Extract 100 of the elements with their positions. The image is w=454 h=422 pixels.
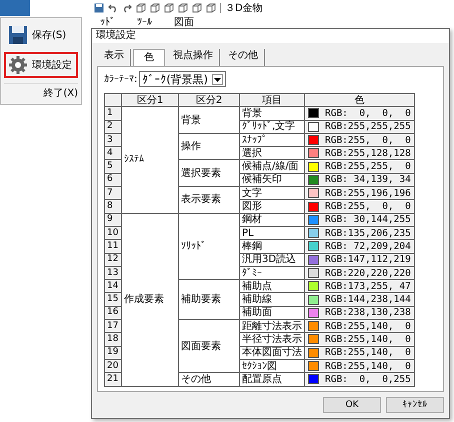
- menu-item[interactable]: 保存(S): [4, 22, 78, 48]
- table-cell: ｸﾞﾘｯﾄﾞ,文字: [240, 120, 304, 134]
- table-cell: 補助点: [240, 280, 304, 293]
- row-number: 7: [104, 186, 122, 200]
- table-cell: 図形: [240, 200, 304, 214]
- table-cell: 図面要素: [178, 320, 240, 373]
- row-number: 10: [104, 226, 122, 240]
- color-cell[interactable]: RGB:135,206,235: [305, 227, 414, 240]
- tab[interactable]: 色: [133, 49, 165, 66]
- ok-button[interactable]: OK: [323, 396, 381, 413]
- cube-icon[interactable]: [136, 3, 146, 13]
- color-cell[interactable]: RGB: 30,144,255: [305, 214, 414, 226]
- color-cell[interactable]: RGB:173,255, 47: [305, 280, 414, 292]
- cube-icon[interactable]: [206, 3, 216, 13]
- cube-icon[interactable]: [150, 3, 160, 13]
- color-cell[interactable]: RGB:255,140, 0: [305, 320, 414, 332]
- row-number: 8: [104, 200, 122, 214]
- ribbon-tab[interactable]: ｯﾄﾞ: [100, 17, 115, 28]
- table-cell: 半径寸法表示: [240, 332, 304, 346]
- menu-item[interactable]: 環境設定: [4, 52, 78, 78]
- color-cell[interactable]: RGB:255, 0, 0: [305, 200, 414, 213]
- column-header: 区分2: [178, 94, 240, 107]
- table-cell: 背景: [240, 106, 304, 120]
- column-header: 色: [304, 94, 414, 107]
- color-cell[interactable]: RGB: 34,139, 34: [305, 174, 414, 186]
- table-cell: 候補点/線/面: [240, 160, 304, 174]
- table-cell: 補助要素: [178, 280, 240, 320]
- table-cell: 鋼材: [240, 213, 304, 226]
- row-number: 19: [104, 346, 122, 360]
- color-cell[interactable]: RGB:255,196,196: [305, 187, 414, 200]
- cube-icon[interactable]: [178, 3, 188, 13]
- table-cell: 補助線: [240, 292, 304, 306]
- row-number: 16: [104, 306, 122, 320]
- color-cell[interactable]: RGB:255, 0, 0: [305, 134, 414, 146]
- row-number: 4: [104, 146, 122, 160]
- row-number: 14: [104, 280, 122, 293]
- table-cell: 選択: [240, 146, 304, 160]
- column-header: 項目: [240, 94, 304, 107]
- save-icon: [8, 25, 28, 45]
- table-cell: 表示要素: [178, 186, 240, 214]
- table-cell: その他: [178, 372, 240, 386]
- table-cell: ｽﾅｯﾌﾟ: [240, 133, 304, 147]
- caret-icon: [212, 74, 223, 84]
- row-number: 1: [104, 106, 122, 120]
- row-number: 2: [104, 120, 122, 134]
- table-cell: 距離寸法表示: [240, 320, 304, 333]
- color-cell[interactable]: RGB:144,238,144: [305, 294, 414, 306]
- row-number: 6: [104, 173, 122, 187]
- save-icon[interactable]: [94, 3, 104, 13]
- color-cell[interactable]: RGB:255,140, 0: [305, 360, 414, 372]
- cube-icon[interactable]: [164, 3, 174, 13]
- ribbon-tab[interactable]: ﾂｰﾙ: [137, 17, 152, 28]
- color-cell[interactable]: RGB: 72,209,204: [305, 240, 414, 252]
- color-cell[interactable]: RGB:220,220,220: [305, 267, 414, 279]
- window-title: ３D金物: [225, 2, 263, 15]
- color-cell[interactable]: RGB:255,128,128: [305, 147, 414, 160]
- table-cell: ﾀﾞﾐｰ: [240, 266, 304, 280]
- row-number: 20: [104, 359, 122, 373]
- row-number: 13: [104, 266, 122, 280]
- settings-icon: [8, 55, 28, 75]
- table-cell: ｿﾘｯﾄﾞ: [178, 213, 240, 280]
- row-number: 21: [104, 372, 122, 386]
- row-number: 18: [104, 332, 122, 346]
- table-cell: 操作: [178, 133, 240, 160]
- color-cell[interactable]: RGB:255,255, 0: [305, 160, 414, 173]
- color-cell[interactable]: RGB: 0, 0, 0: [305, 107, 414, 120]
- row-number: 9: [104, 213, 122, 226]
- redo-icon[interactable]: [122, 3, 132, 13]
- row-number: 15: [104, 292, 122, 306]
- table-cell: ｾｸｼｮﾝ図: [240, 359, 304, 373]
- undo-icon[interactable]: [108, 3, 118, 13]
- row-number: 12: [104, 253, 122, 266]
- color-cell[interactable]: RGB: 0, 0,255: [305, 373, 414, 386]
- table-cell: 選択要素: [178, 160, 240, 187]
- theme-label: ｶﾗｰﾃｰﾏ:: [104, 73, 138, 85]
- table-cell: 候補矢印: [240, 173, 304, 187]
- row-number: 17: [104, 320, 122, 333]
- color-cell[interactable]: RGB:255,255,255: [305, 120, 414, 133]
- dialog-title: 環境設定: [92, 29, 449, 43]
- row-number: 5: [104, 160, 122, 174]
- cube-icon[interactable]: [192, 3, 202, 13]
- exit-item[interactable]: 終了(X): [4, 83, 78, 100]
- color-cell[interactable]: RGB:147,112,219: [305, 254, 414, 266]
- table-cell: 棒鋼: [240, 240, 304, 254]
- table-cell: 汎用3D読込: [240, 253, 304, 266]
- table-cell: 背景: [178, 106, 240, 134]
- table-cell: PL: [240, 226, 304, 240]
- color-cell[interactable]: RGB:238,130,238: [305, 306, 414, 319]
- ribbon-tab[interactable]: 図面: [174, 17, 194, 28]
- row-number: 11: [104, 240, 122, 254]
- cancel-button[interactable]: ｷｬﾝｾﾙ: [386, 396, 444, 413]
- table-cell: 補助面: [240, 306, 304, 320]
- table-cell: 配置原点: [240, 372, 304, 386]
- table-cell: 本体図面寸法: [240, 346, 304, 360]
- color-cell[interactable]: RGB:255,140, 0: [305, 346, 414, 359]
- theme-dropdown[interactable]: ﾀﾞｰｸ(背景黒): [139, 71, 226, 87]
- column-header: 区分1: [122, 94, 178, 107]
- table-cell: 文字: [240, 186, 304, 200]
- row-number: 3: [104, 133, 122, 147]
- color-cell[interactable]: RGB:255,140, 0: [305, 333, 414, 346]
